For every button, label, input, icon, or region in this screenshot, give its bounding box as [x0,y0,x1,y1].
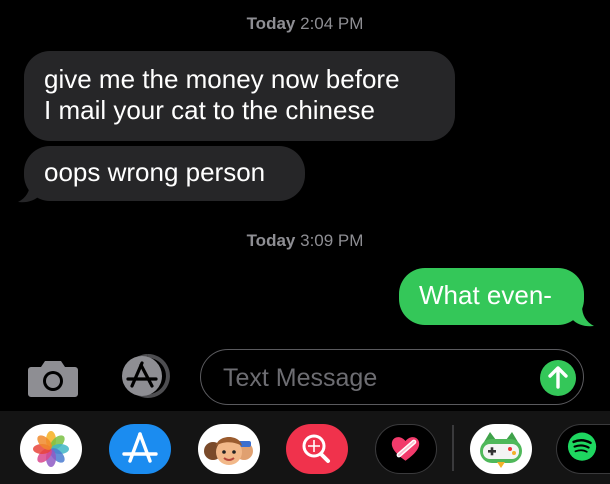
photos-icon [33,431,69,467]
timestamp-time: 3:09 PM [300,231,364,250]
spotify-icon [567,432,597,461]
memoji-app-button[interactable] [198,424,260,474]
app-store-button[interactable] [112,352,172,400]
timestamp: Today 2:04 PM [0,14,610,34]
bubble-tail [572,306,594,327]
incoming-message-bubble[interactable]: oops wrong person [24,146,305,201]
digital-touch-app-button[interactable] [375,424,437,474]
memoji-icon [204,437,253,465]
app-drawer [0,411,610,484]
timestamp-day: Today [246,14,296,33]
outgoing-message-bubble[interactable]: What even- [399,268,584,325]
timestamp-day: Today [246,231,296,250]
spotify-app-button[interactable] [556,424,610,474]
timestamp: Today 3:09 PM [0,231,610,251]
digital-touch-icon [391,437,420,461]
send-button[interactable] [540,360,576,396]
game-controller-icon [480,432,522,468]
timestamp-time: 2:04 PM [300,14,364,33]
app-store-icon [122,354,170,398]
camera-icon [28,361,78,397]
bubble-tail [18,183,40,203]
app-store-app-button[interactable] [109,424,171,474]
camera-button[interactable] [27,355,79,399]
app-store-icon [122,432,158,463]
image-search-icon [302,434,330,463]
arrow-up-icon [548,366,568,389]
game-app-button[interactable] [470,424,532,474]
incoming-message-bubble[interactable]: give me the money now before I mail your… [24,51,455,141]
photos-app-button[interactable] [20,424,82,474]
drawer-divider [452,425,454,471]
message-input[interactable]: Text Message [200,349,584,405]
message-input-placeholder: Text Message [223,364,378,392]
image-search-app-button[interactable] [286,424,348,474]
